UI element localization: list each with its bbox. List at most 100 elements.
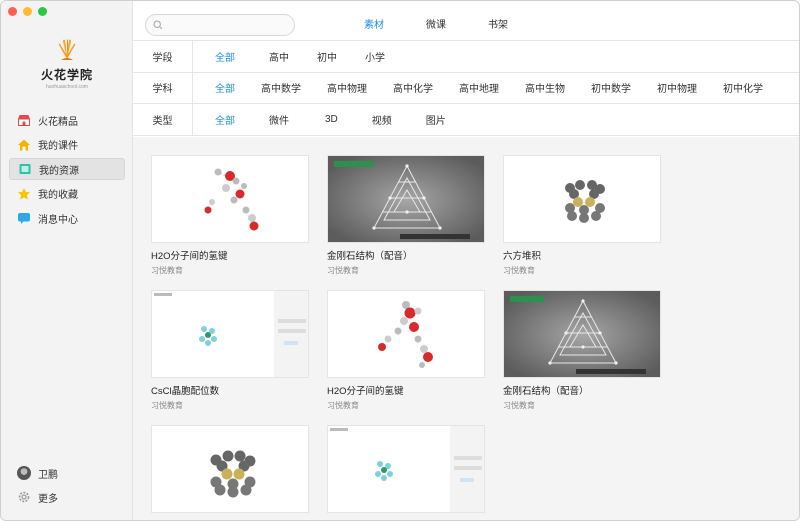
flame-logo-icon: [58, 39, 76, 60]
resource-grid: H2O分子间的氢键 习悦教育 金刚石结构（配音） 习悦教育 六方堆积 习悦教育 …: [133, 137, 799, 520]
tab-materials[interactable]: 素材: [343, 16, 405, 31]
sidebar-item-label: 火花精品: [38, 116, 78, 128]
avatar: [17, 466, 31, 480]
card-source: 习悦教育: [327, 401, 359, 410]
filter-option[interactable]: 高中物理: [327, 80, 367, 95]
crystal-lattice-thumbnail-icon: [328, 156, 484, 242]
filter-option[interactable]: 高中地理: [459, 80, 499, 95]
card-source: 习悦教育: [151, 266, 183, 275]
folder-icon: [18, 162, 32, 176]
card-title: 金刚石结构（配音）: [503, 386, 589, 397]
card-thumbnail[interactable]: [503, 155, 661, 243]
card-thumbnail[interactable]: [503, 290, 661, 378]
filter-option[interactable]: 小学: [365, 49, 385, 64]
card-thumbnail[interactable]: [151, 425, 309, 513]
filter-option[interactable]: 视频: [372, 112, 392, 127]
filter-option[interactable]: 初中物理: [657, 80, 697, 95]
main-content: 素材 微课 书架 学段 全部 高中 初中 小学 学科 全部 高中数学 高中物理 …: [133, 1, 799, 520]
filter-option[interactable]: 初中数学: [591, 80, 631, 95]
sidebar-item-label: 我的收藏: [38, 190, 78, 202]
filter-label: 类型: [133, 104, 193, 135]
filter-row-stage: 学段 全部 高中 初中 小学: [133, 41, 799, 73]
card-title: 金刚石结构（配音）: [327, 251, 413, 262]
resource-card[interactable]: [151, 425, 309, 518]
filter-option[interactable]: 微件: [269, 112, 289, 127]
filter-label: 学段: [133, 41, 193, 72]
sidebar-bottom: 卫鹏 更多: [9, 461, 125, 509]
card-source: 习悦教育: [327, 266, 359, 275]
home-icon: [17, 138, 31, 152]
filter-panel: 学段 全部 高中 初中 小学 学科 全部 高中数学 高中物理 高中化学 高中地理…: [133, 41, 799, 136]
user-profile[interactable]: 卫鹏: [9, 461, 125, 485]
card-thumbnail[interactable]: [151, 290, 309, 378]
crystal-lattice-thumbnail-icon: [504, 291, 660, 377]
widget-thumbnail-icon: [154, 291, 308, 377]
resource-card[interactable]: CsCl晶胞配位数 习悦教育: [151, 290, 309, 411]
filter-option[interactable]: 全部: [215, 49, 235, 64]
sidebar: 火花学院 huohuaschool.com 火花精品 我的课件 我的资源 我的收…: [1, 1, 133, 520]
molecule-thumbnail-icon: [378, 301, 433, 368]
filter-option[interactable]: 高中化学: [393, 80, 433, 95]
gear-icon: [17, 490, 31, 504]
filter-option[interactable]: 全部: [215, 80, 235, 95]
star-icon: [17, 187, 31, 201]
filter-row-subject: 学科 全部 高中数学 高中物理 高中化学 高中地理 高中生物 初中数学 初中物理…: [133, 72, 799, 104]
resource-card[interactable]: [327, 425, 485, 518]
search-input[interactable]: [166, 19, 286, 31]
store-icon: [17, 113, 31, 127]
resource-card[interactable]: H2O分子间的氢键 习悦教育: [327, 290, 485, 411]
sidebar-item-my-resources[interactable]: 我的资源: [9, 158, 125, 181]
hexagonal-packing-thumbnail-icon: [565, 180, 605, 223]
more-label: 更多: [38, 493, 58, 505]
sidebar-item-my-favorites[interactable]: 我的收藏: [9, 183, 125, 205]
tab-bookshelf[interactable]: 书架: [467, 16, 529, 31]
sidebar-item-label: 消息中心: [38, 214, 78, 226]
card-thumbnail[interactable]: [327, 290, 485, 378]
sidebar-item-messages[interactable]: 消息中心: [9, 207, 125, 229]
filter-row-type: 类型 全部 微件 3D 视频 图片: [133, 104, 799, 136]
search-icon: [153, 20, 163, 30]
sidebar-item-my-courseware[interactable]: 我的课件: [9, 134, 125, 156]
more-button[interactable]: 更多: [9, 485, 125, 509]
logo-name: 火花学院: [40, 68, 93, 82]
sidebar-item-label: 我的课件: [38, 141, 78, 153]
card-source: 习悦教育: [503, 266, 535, 275]
filter-option[interactable]: 初中化学: [723, 80, 763, 95]
logo-subtitle: huohuaschool.com: [46, 84, 88, 90]
close-window-button[interactable]: [8, 7, 17, 16]
search-box[interactable]: [145, 14, 295, 36]
sidebar-item-featured[interactable]: 火花精品: [9, 109, 125, 131]
filter-option[interactable]: 初中: [317, 49, 337, 64]
card-title: CsCl晶胞配位数: [151, 386, 220, 397]
maximize-window-button[interactable]: [38, 7, 47, 16]
widget-thumbnail-icon: [330, 426, 484, 512]
resource-card[interactable]: 金刚石结构（配音） 习悦教育: [327, 155, 485, 276]
card-source: 习悦教育: [151, 401, 183, 410]
window-controls: [8, 7, 47, 16]
card-thumbnail[interactable]: [327, 425, 485, 513]
minimize-window-button[interactable]: [23, 7, 32, 16]
filter-option[interactable]: 全部: [215, 112, 235, 127]
filter-label: 学科: [133, 72, 193, 103]
top-bar: 素材 微课 书架: [133, 1, 799, 41]
resource-card[interactable]: H2O分子间的氢键 习悦教育: [151, 155, 309, 276]
card-thumbnail[interactable]: [327, 155, 485, 243]
top-tabs: 素材 微课 书架: [343, 16, 529, 31]
molecule-thumbnail-icon: [204, 168, 259, 231]
filter-option[interactable]: 高中生物: [525, 80, 565, 95]
card-title: H2O分子间的氢键: [151, 251, 228, 262]
filter-option[interactable]: 3D: [325, 114, 338, 125]
resource-card[interactable]: 六方堆积 习悦教育: [503, 155, 661, 276]
filter-option[interactable]: 高中: [269, 49, 289, 64]
hexagonal-packing-thumbnail-icon: [210, 450, 256, 498]
chat-icon: [17, 211, 31, 225]
tab-micro-lessons[interactable]: 微课: [405, 16, 467, 31]
filter-option[interactable]: 图片: [426, 112, 446, 127]
sidebar-nav: 火花精品 我的课件 我的资源 我的收藏 消息中心: [9, 109, 125, 232]
card-source: 习悦教育: [503, 401, 535, 410]
app-logo: 火花学院 huohuaschool.com: [1, 39, 133, 90]
card-thumbnail[interactable]: [151, 155, 309, 243]
resource-card[interactable]: 金刚石结构（配音） 习悦教育: [503, 290, 661, 411]
sidebar-item-label: 我的资源: [39, 165, 79, 177]
filter-option[interactable]: 高中数学: [261, 80, 301, 95]
